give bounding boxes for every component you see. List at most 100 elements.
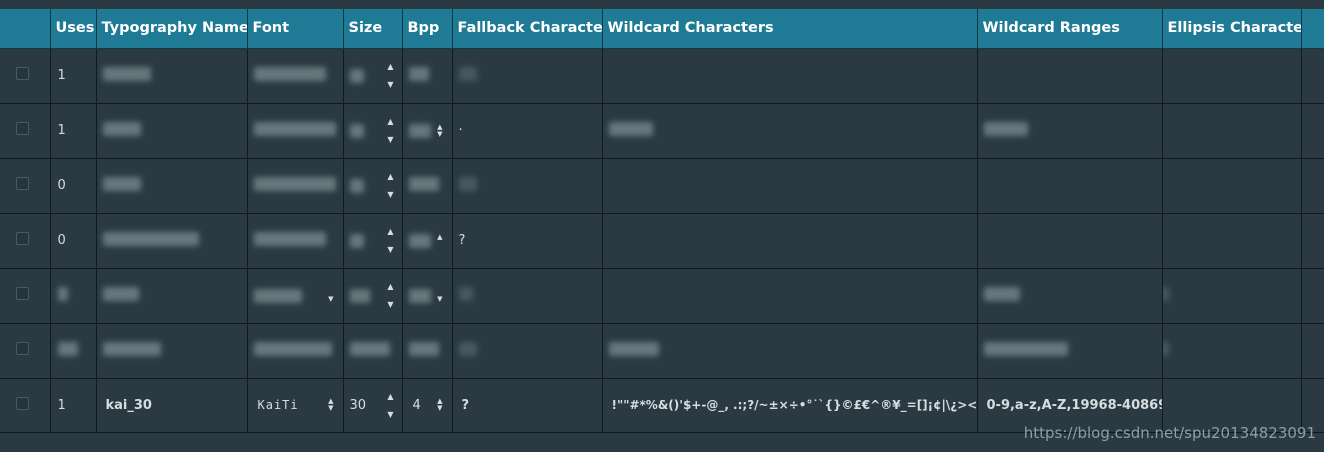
wildcard-characters-cell[interactable] [602,213,978,269]
font-select[interactable] [247,48,344,104]
row-checkbox[interactable] [16,342,29,355]
size-stepper-value: 30 [349,397,367,413]
fallback-character-cell[interactable]: ? [452,378,603,433]
typography-name-cell[interactable] [96,268,248,324]
wildcard-ranges-cell[interactable] [977,268,1163,324]
column-header-bpp[interactable]: Bpp [402,9,453,49]
typography-name-cell[interactable]: kai_30 [96,378,248,433]
font-select[interactable] [247,323,344,379]
uses-cell: 1 [50,48,97,104]
top-strip [0,0,1324,9]
table-header-row: Uses Typography Name Font Size Bpp Fallb… [0,9,1324,49]
uses-cell: 1 [50,378,97,433]
wildcard-ranges-cell[interactable] [977,103,1163,159]
fallback-character-cell[interactable] [452,323,603,379]
wildcard-ranges-cell[interactable] [977,48,1163,104]
wildcard-characters-cell[interactable] [602,268,978,324]
fallback-character-cell[interactable] [452,158,603,214]
table-row[interactable] [0,323,1324,379]
sort-arrows-icon[interactable]: ▲ [437,233,442,248]
typography-name-cell[interactable] [96,48,248,104]
column-header-ellipsis-character[interactable]: Ellipsis Character [1162,9,1302,49]
row-checkbox[interactable] [16,67,29,80]
wildcard-ranges-cell[interactable] [977,158,1163,214]
stepper-arrows-icon[interactable]: ▲ ▼ [387,172,393,199]
bpp-select[interactable]: ▲ [402,213,453,269]
typography-table: Uses Typography Name Font Size Bpp Fallb… [0,9,1324,433]
font-select[interactable]: KaiTi ▲ ▼ [247,378,344,433]
bpp-select[interactable] [402,323,453,379]
column-header-extra [1301,9,1324,49]
font-select[interactable] [247,103,344,159]
typography-name-cell[interactable] [96,158,248,214]
row-checkbox[interactable] [16,232,29,245]
bpp-select[interactable]: ▲ ▼ [402,103,453,159]
size-stepper[interactable]: ▲ ▼ [343,158,403,214]
typography-name-cell[interactable] [96,323,248,379]
dropdown-arrow-icon[interactable]: ▼ [328,289,333,303]
column-header-fallback-character[interactable]: Fallback Character [452,9,603,49]
fallback-character-cell[interactable]: · [452,103,603,159]
bpp-select[interactable] [402,158,453,214]
row-checkbox[interactable] [16,396,29,410]
size-stepper[interactable] [343,323,403,379]
wildcard-characters-cell[interactable]: !""#*%&()'$+-@_, .:;?/~±×÷•°˙`{}©£€^®¥_=… [602,378,978,433]
bpp-select[interactable]: ▼ [402,268,453,324]
font-select[interactable] [247,158,344,214]
dropdown-arrow-icon[interactable]: ▼ [437,289,442,303]
wildcard-characters-cell[interactable] [602,323,978,379]
column-header-font[interactable]: Font [247,9,344,49]
fallback-character-cell[interactable] [452,48,603,104]
row-checkbox[interactable] [16,287,29,300]
uses-cell: 1 [50,103,97,159]
bpp-select[interactable] [402,48,453,104]
wildcard-characters-cell[interactable] [602,103,978,159]
typography-name-cell[interactable] [96,213,248,269]
stepper-arrows-icon[interactable]: ▲ ▼ [387,62,393,89]
size-stepper[interactable]: ▲ ▼ [343,48,403,104]
dropdown-arrow-icon[interactable]: ▲ ▼ [328,398,333,412]
watermark-text: https://blog.csdn.net/spu20134823091 [1023,424,1316,442]
stepper-arrows-icon[interactable]: ▲ ▼ [387,117,393,144]
size-stepper[interactable]: ▲ ▼ [343,213,403,269]
table-row[interactable]: 1 ▲ ▼ ▲ ▼ · [0,103,1324,159]
sort-arrows-icon[interactable]: ▲ ▼ [437,123,442,138]
ellipsis-character-cell[interactable] [1162,103,1302,159]
dropdown-arrow-icon[interactable]: ▲ ▼ [437,398,442,412]
row-checkbox[interactable] [16,177,29,190]
table-row[interactable]: 0 ▲ ▼ ▲ ? [0,213,1324,269]
column-header-size[interactable]: Size [343,9,403,49]
table-row[interactable]: 1 ▲ ▼ [0,48,1324,104]
table-row[interactable]: ▼ ▲ ▼ ▼ [0,268,1324,324]
ellipsis-character-cell[interactable] [1162,213,1302,269]
typography-name-cell[interactable] [96,103,248,159]
size-stepper[interactable]: ▲ ▼ [343,268,403,324]
column-header-uses[interactable]: Uses [50,9,97,49]
font-select[interactable]: ▼ [247,268,344,324]
column-header-wildcard-ranges[interactable]: Wildcard Ranges [977,9,1163,49]
stepper-arrows-icon[interactable]: ▲ ▼ [387,227,393,254]
column-header-typography-name[interactable]: Typography Name [96,9,248,49]
ellipsis-character-cell[interactable] [1162,48,1302,104]
fallback-character-cell[interactable]: ? [452,213,603,269]
size-stepper[interactable]: 30 ▲ ▼ [343,378,403,433]
fallback-character-cell[interactable] [452,268,603,324]
column-header-wildcard-characters[interactable]: Wildcard Characters [602,9,978,49]
wildcard-characters-cell[interactable] [602,48,978,104]
stepper-arrows-icon[interactable]: ▲ ▼ [387,282,393,309]
wildcard-ranges-cell[interactable] [977,323,1163,379]
select-column-header [0,9,51,49]
bpp-select[interactable]: 4 ▲ ▼ [402,378,453,433]
uses-cell: 0 [50,213,97,269]
ellipsis-character-cell[interactable] [1162,268,1302,324]
bpp-select-value: 4 [412,397,421,413]
table-row[interactable]: 0 ▲ ▼ [0,158,1324,214]
ellipsis-character-cell[interactable] [1162,158,1302,214]
wildcard-ranges-cell[interactable] [977,213,1163,269]
ellipsis-character-cell[interactable] [1162,323,1302,379]
wildcard-characters-cell[interactable] [602,158,978,214]
size-stepper[interactable]: ▲ ▼ [343,103,403,159]
stepper-arrows-icon[interactable]: ▲ ▼ [387,392,393,419]
font-select[interactable] [247,213,344,269]
row-checkbox[interactable] [16,122,29,135]
